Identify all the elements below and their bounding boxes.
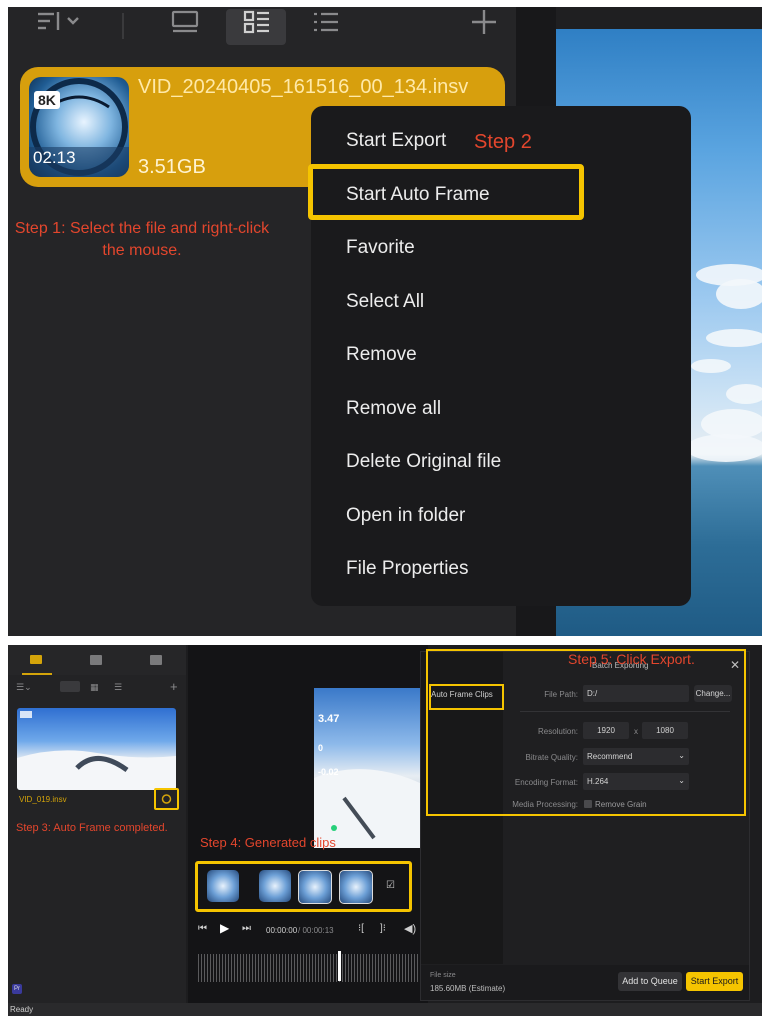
bitrate-value: Recommend [587,752,633,761]
encoding-select[interactable]: H.264 ⌄ [583,773,689,790]
clip-thumbnail[interactable] [17,708,176,790]
premiere-icon[interactable]: Pr [12,984,22,994]
remove-grain-checkbox[interactable] [584,800,592,808]
grid-view-small-icon[interactable]: ▦ [90,682,99,693]
auto-frame-complete-icon[interactable] [154,788,179,810]
skip-back-icon[interactable]: ⏮ [198,923,207,934]
file-path-field[interactable]: D:/ [583,685,689,702]
step3-annotation: Step 3: Auto Frame completed. [16,822,168,834]
step2-annotation: Step 2 [474,131,532,153]
timecode-current: 00:00:00 [266,926,298,935]
step1-annotation: Step 1: Select the file and right-click … [14,220,270,259]
menu-item-remove-all[interactable]: Remove all [346,398,441,420]
elevation-readout: -0.02 [318,767,339,777]
bitrate-select[interactable]: Recommend ⌄ [583,748,689,765]
chevron-down-icon: ⌄ [678,751,685,760]
generated-clip-2[interactable] [259,870,291,902]
change-path-button[interactable]: Change... [694,685,732,702]
file-duration: 02:13 [33,148,76,167]
file-size: 3.51GB [138,156,206,178]
encoding-label: Encoding Format: [514,778,578,787]
resolution-x: x [634,727,638,736]
toolbar-divider [122,13,124,39]
encoding-value: H.264 [587,777,609,786]
media-processing-label: Media Processing: [512,800,578,809]
menu-item-delete-original[interactable]: Delete Original file [346,451,501,473]
skip-forward-icon[interactable]: ⏭ [242,923,251,934]
menu-item-favorite[interactable]: Favorite [346,237,415,259]
menu-item-open-folder[interactable]: Open in folder [346,505,465,527]
media-tab-icon[interactable] [30,655,42,664]
clip-name: VID_019.insv [19,795,67,804]
resolution-width-field[interactable]: 1920 [583,722,629,739]
start-export-button[interactable]: Start Export [686,972,743,991]
file-size-value: 185.60MB (Estimate) [430,984,506,993]
audio-waveform [198,954,426,982]
album-tab-icon[interactable] [90,655,102,665]
menu-item-start-auto-frame[interactable]: Start Auto Frame [346,184,490,206]
play-icon[interactable]: ▶ [220,921,229,935]
active-tab-indicator [22,673,52,675]
generated-clip-4[interactable] [339,870,373,904]
menu-item-start-export[interactable]: Start Export [346,130,446,152]
list-view-icon[interactable] [312,10,340,39]
trim-in-icon[interactable]: ⁝[ [358,923,364,934]
grid-view-icon[interactable] [243,10,271,39]
volume-icon[interactable]: ◀) [404,922,416,935]
generated-clip-3[interactable] [298,870,332,904]
file-name: VID_20240405_161516_00_134.insv [138,76,469,98]
status-bar: Ready [8,1003,762,1016]
playhead[interactable] [338,951,341,981]
resolution-label: Resolution: [537,727,578,736]
remove-grain-label: Remove Grain [595,800,647,809]
single-view-small-icon[interactable] [60,681,80,692]
list-view-small-icon[interactable]: ☰ [114,682,122,693]
speed-readout: 3.47 [318,713,340,725]
single-view-icon[interactable] [170,10,200,39]
sort-small-icon[interactable]: ☰⌄ [16,682,32,693]
folder-tab-icon[interactable] [150,655,162,665]
menu-item-file-properties[interactable]: File Properties [346,558,469,580]
add-small-icon[interactable]: + [170,679,178,694]
menu-item-select-all[interactable]: Select All [346,291,424,313]
bitrate-label: Bitrate Quality: [525,753,578,762]
step4-annotation: Step 4: Generated clips [200,835,336,850]
trim-out-icon[interactable]: ]⁝ [380,923,386,934]
dialog-divider [520,711,730,712]
resolution-badge: 8K [34,91,60,109]
timecode-total: / 00:00:13 [298,926,334,935]
select-check-icon[interactable]: ☑ [386,880,395,891]
distance-readout: 0 [318,743,324,753]
file-size-label: File size [430,972,456,979]
resolution-height-field[interactable]: 1080 [642,722,688,739]
add-icon[interactable] [471,9,497,40]
menu-item-remove[interactable]: Remove [346,344,417,366]
generated-clip-1[interactable] [207,870,239,902]
add-to-queue-button[interactable]: Add to Queue [618,972,682,991]
sort-icon[interactable] [36,10,82,39]
chevron-down-icon: ⌄ [678,776,685,785]
file-path-label: File Path: [544,690,578,699]
tab-auto-frame-clips[interactable]: Auto Frame Clips [431,690,493,699]
